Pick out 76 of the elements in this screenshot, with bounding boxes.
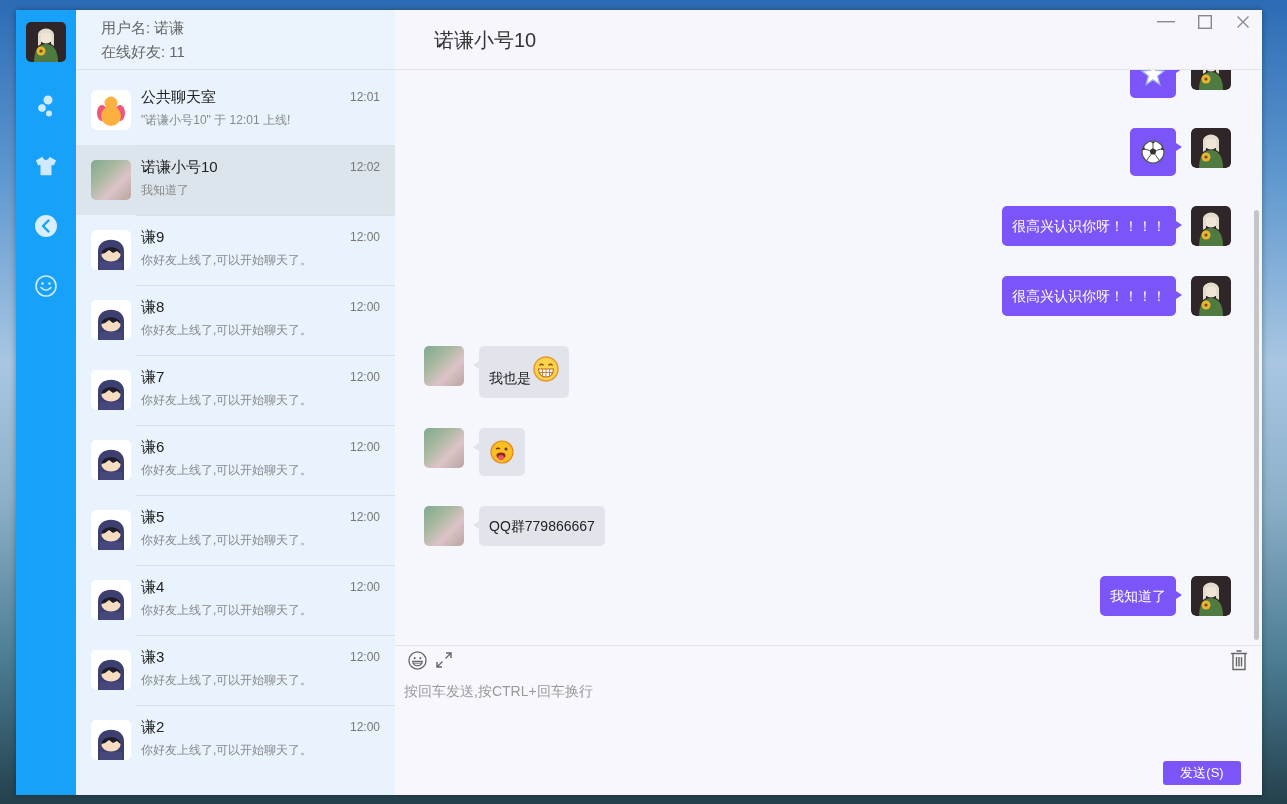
close-icon[interactable] (1237, 16, 1249, 28)
message-preview: 你好友上线了,可以开始聊天了。 (141, 392, 313, 409)
message-text: 我也是 (489, 369, 531, 388)
avatar-icon (91, 440, 131, 480)
contact-name: 谦2 (141, 717, 165, 737)
chat-list-item[interactable]: 谦6 12:00 你好友上线了,可以开始聊天了。 (76, 425, 395, 495)
contact-name: 谦3 (141, 647, 165, 667)
message-preview: 你好友上线了,可以开始聊天了。 (141, 532, 313, 549)
avatar-icon (91, 300, 131, 340)
contact-name: 谦6 (141, 437, 165, 457)
message-time: 12:00 (349, 369, 380, 385)
avatar-icon (91, 370, 131, 410)
contact-name: 公共聊天室 (141, 87, 216, 107)
chat-list-item[interactable]: 谦4 12:00 你好友上线了,可以开始聊天了。 (76, 565, 395, 635)
t-shirt-icon[interactable] (35, 155, 57, 177)
avatar-icon (91, 720, 131, 760)
chat-list-item[interactable]: 谦9 12:00 你好友上线了,可以开始聊天了。 (76, 215, 395, 285)
message-time: 12:00 (349, 719, 380, 735)
chat-title: 诺谦小号10 (434, 27, 537, 53)
online-friends-label: 在线好友: 11 (101, 41, 185, 62)
contact-name: 谦5 (141, 507, 165, 527)
minimize-icon[interactable] (1157, 21, 1175, 23)
send-button[interactable]: 发送(S) (1163, 761, 1241, 785)
contact-name: 诺谦小号10 (141, 157, 218, 177)
message-preview: 你好友上线了,可以开始聊天了。 (141, 602, 313, 619)
avatar-icon (91, 230, 131, 270)
message-preview: 你好友上线了,可以开始聊天了。 (141, 462, 313, 479)
message-time: 12:00 (349, 299, 380, 315)
avatar-icon (1191, 576, 1231, 616)
grin-emoji-icon (533, 356, 559, 382)
maximize-icon[interactable] (1198, 15, 1212, 29)
message-time: 12:00 (349, 579, 380, 595)
chat-list-item[interactable]: 公共聊天室 12:01 "诺谦小号10" 于 12:01 上线! (76, 75, 395, 145)
message-time: 12:01 (349, 89, 380, 105)
message-preview: 你好友上线了,可以开始聊天了。 (141, 742, 313, 759)
chat-list-item[interactable]: 谦5 12:00 你好友上线了,可以开始聊天了。 (76, 495, 395, 565)
tongue-emoji-icon (490, 440, 514, 464)
smiley-icon[interactable] (408, 650, 427, 670)
expand-icon[interactable] (435, 651, 453, 669)
chat-list-item[interactable]: 谦3 12:00 你好友上线了,可以开始聊天了。 (76, 635, 395, 705)
avatar-icon (91, 650, 131, 690)
avatar-icon (1191, 276, 1231, 316)
chat-list-item[interactable]: 诺谦小号10 12:02 我知道了 (76, 145, 395, 215)
message-time: 12:00 (349, 439, 380, 455)
avatar-icon (26, 22, 66, 62)
avatar-icon (91, 580, 131, 620)
message-preview: 我知道了 (141, 182, 189, 199)
contact-name: 谦4 (141, 577, 165, 597)
contact-name: 谦7 (141, 367, 165, 387)
avatar-photo (424, 506, 464, 546)
message-preview: 你好友上线了,可以开始聊天了。 (141, 322, 313, 339)
avatar-icon (91, 510, 131, 550)
back-icon[interactable] (35, 215, 57, 237)
soccer-ball-icon (1141, 140, 1165, 164)
avatar-photo (424, 346, 464, 386)
contact-name: 谦8 (141, 297, 165, 317)
avatar-photo (424, 428, 464, 468)
scrollbar[interactable] (1254, 210, 1259, 640)
chat-list-item[interactable]: 谦2 12:00 你好友上线了,可以开始聊天了。 (76, 705, 395, 775)
chat-list-item[interactable]: 谦7 12:00 你好友上线了,可以开始聊天了。 (76, 355, 395, 425)
username-label: 用户名: 诺谦 (101, 17, 185, 38)
chat-list-item[interactable]: 谦8 12:00 你好友上线了,可以开始聊天了。 (76, 285, 395, 355)
message-time: 12:00 (349, 649, 380, 665)
message-input[interactable]: 按回车发送,按CTRL+回车换行 (395, 678, 1262, 761)
gourd-icon (91, 90, 131, 130)
trash-icon[interactable] (1230, 649, 1248, 671)
message-time: 12:02 (349, 159, 380, 175)
message-time: 12:00 (349, 229, 380, 245)
avatar-icon (1191, 128, 1231, 168)
avatar-photo (91, 160, 131, 200)
message-preview: 你好友上线了,可以开始聊天了。 (141, 672, 313, 689)
avatar-icon (1191, 206, 1231, 246)
message-time: 12:00 (349, 509, 380, 525)
message-preview: "诺谦小号10" 于 12:01 上线! (141, 112, 291, 129)
message-preview: 你好友上线了,可以开始聊天了。 (141, 252, 313, 269)
contact-name: 谦9 (141, 227, 165, 247)
